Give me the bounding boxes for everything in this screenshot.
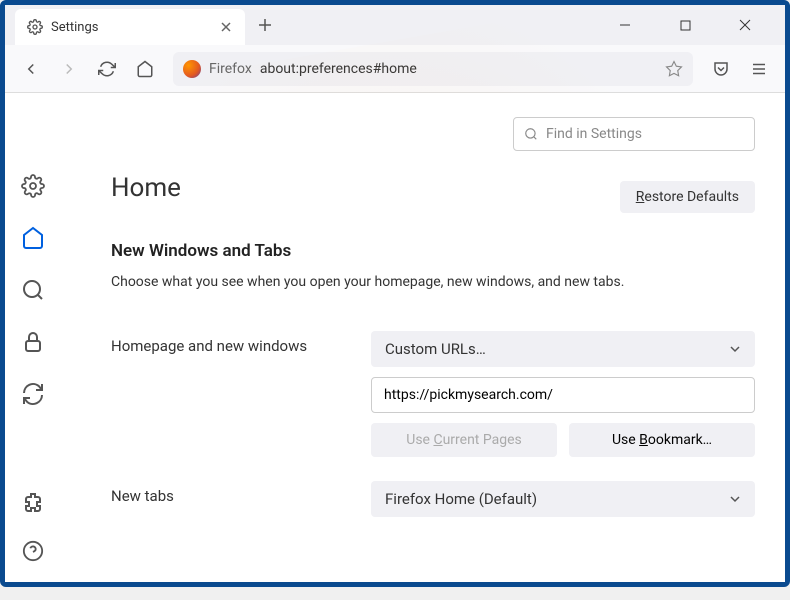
home-button[interactable]: [129, 53, 161, 85]
restore-defaults-button[interactable]: Restore Defaults: [620, 181, 755, 213]
url-prefix: Firefox: [209, 61, 252, 77]
minimize-button[interactable]: [605, 10, 645, 40]
search-icon: [524, 127, 538, 141]
newtabs-dropdown-value: Firefox Home (Default): [385, 490, 537, 508]
bookmark-star-icon[interactable]: [665, 60, 683, 78]
sidebar-search-icon[interactable]: [20, 277, 46, 303]
close-icon[interactable]: [219, 20, 233, 34]
homepage-row: Homepage and new windows Custom URLs… Us…: [111, 331, 755, 457]
newtabs-label: New tabs: [111, 481, 351, 505]
sidebar-help-icon[interactable]: [20, 538, 46, 564]
application-menu-icon[interactable]: [743, 53, 775, 85]
use-bookmark-button[interactable]: Use Bookmark…: [569, 423, 755, 457]
homepage-label: Homepage and new windows: [111, 331, 351, 355]
newtabs-dropdown[interactable]: Firefox Home (Default): [371, 481, 755, 517]
homepage-url-input[interactable]: [371, 377, 755, 413]
reload-button[interactable]: [91, 53, 123, 85]
sidebar-home-icon[interactable]: [20, 225, 46, 251]
forward-button[interactable]: [53, 53, 85, 85]
url-bar[interactable]: Firefox about:preferences#home: [173, 52, 693, 86]
section-title: New Windows and Tabs: [111, 241, 755, 261]
sidebar-sync-icon[interactable]: [20, 381, 46, 407]
sidebar-extensions-icon[interactable]: [20, 490, 46, 516]
window-controls: [605, 10, 775, 40]
tab-bar: Settings: [5, 5, 785, 45]
use-current-pages-button[interactable]: Use Current Pages: [371, 423, 557, 457]
main-panel: Find in Settings Home Restore Defaults N…: [61, 93, 785, 582]
chevron-down-icon: [729, 493, 741, 505]
search-input[interactable]: Find in Settings: [513, 117, 755, 151]
maximize-button[interactable]: [665, 10, 705, 40]
back-button[interactable]: [15, 53, 47, 85]
section-desc: Choose what you see when you open your h…: [111, 273, 755, 293]
newtabs-row: New tabs Firefox Home (Default): [111, 481, 755, 517]
homepage-dropdown-value: Custom URLs…: [385, 340, 486, 358]
homepage-dropdown[interactable]: Custom URLs…: [371, 331, 755, 367]
gear-icon: [27, 19, 43, 35]
search-placeholder: Find in Settings: [546, 126, 642, 142]
sidebar-privacy-icon[interactable]: [20, 329, 46, 355]
close-window-button[interactable]: [725, 10, 765, 40]
toolbar: Firefox about:preferences#home: [5, 45, 785, 93]
content: Find in Settings Home Restore Defaults N…: [5, 93, 785, 582]
tab-title: Settings: [51, 20, 211, 35]
url-text: about:preferences#home: [260, 61, 417, 77]
firefox-logo-icon: [183, 60, 201, 78]
tab-settings[interactable]: Settings: [15, 9, 245, 45]
save-to-pocket-icon[interactable]: [705, 53, 737, 85]
chevron-down-icon: [729, 343, 741, 355]
sidebar-general-icon[interactable]: [20, 173, 46, 199]
new-tab-button[interactable]: [251, 11, 279, 39]
sidebar: [5, 93, 61, 582]
